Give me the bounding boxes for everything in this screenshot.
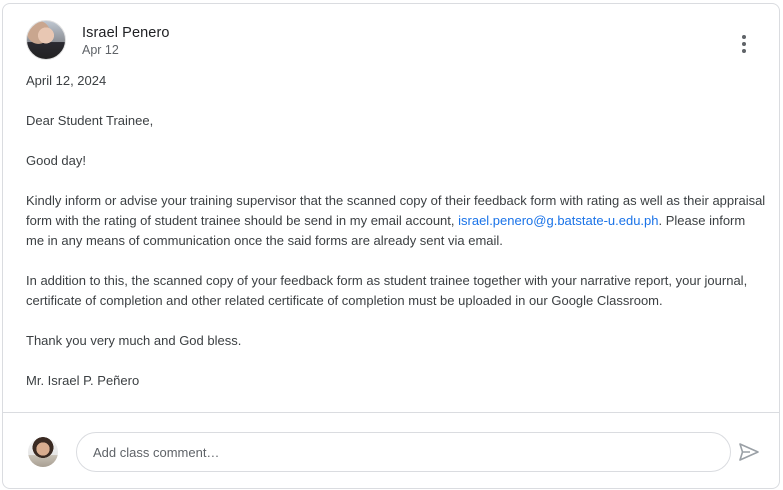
post-date: Apr 12 — [82, 43, 119, 57]
post-good-day: Good day! — [26, 153, 86, 168]
send-button[interactable] — [737, 440, 761, 464]
more-options-button[interactable] — [729, 29, 759, 59]
post-header: Israel Penero Apr 12 — [3, 4, 779, 72]
post-signature: Mr. Israel P. Peñero — [26, 373, 140, 388]
email-link[interactable]: israel.penero@g.batstate-u.edu.ph — [458, 213, 658, 228]
stream-post-card: Israel Penero Apr 12 April 12, 2024 Dear… — [2, 3, 780, 489]
post-thanks: Thank you very much and God bless. — [26, 333, 242, 348]
class-comment-input[interactable] — [76, 432, 731, 472]
comment-row — [3, 413, 779, 488]
post-date-line: April 12, 2024 — [26, 73, 107, 88]
author-avatar — [26, 20, 66, 60]
post-paragraph-1: Kindly inform or advise your training su… — [26, 191, 766, 251]
post-greeting: Dear Student Trainee, — [26, 113, 154, 128]
user-avatar — [28, 437, 58, 467]
post-paragraph-2: In addition to this, the scanned copy of… — [26, 273, 748, 308]
post-body: April 12, 2024 Dear Student Trainee, Goo… — [26, 71, 766, 411]
send-icon — [739, 443, 759, 461]
author-name: Israel Penero — [82, 25, 170, 41]
more-vert-icon — [742, 35, 746, 39]
